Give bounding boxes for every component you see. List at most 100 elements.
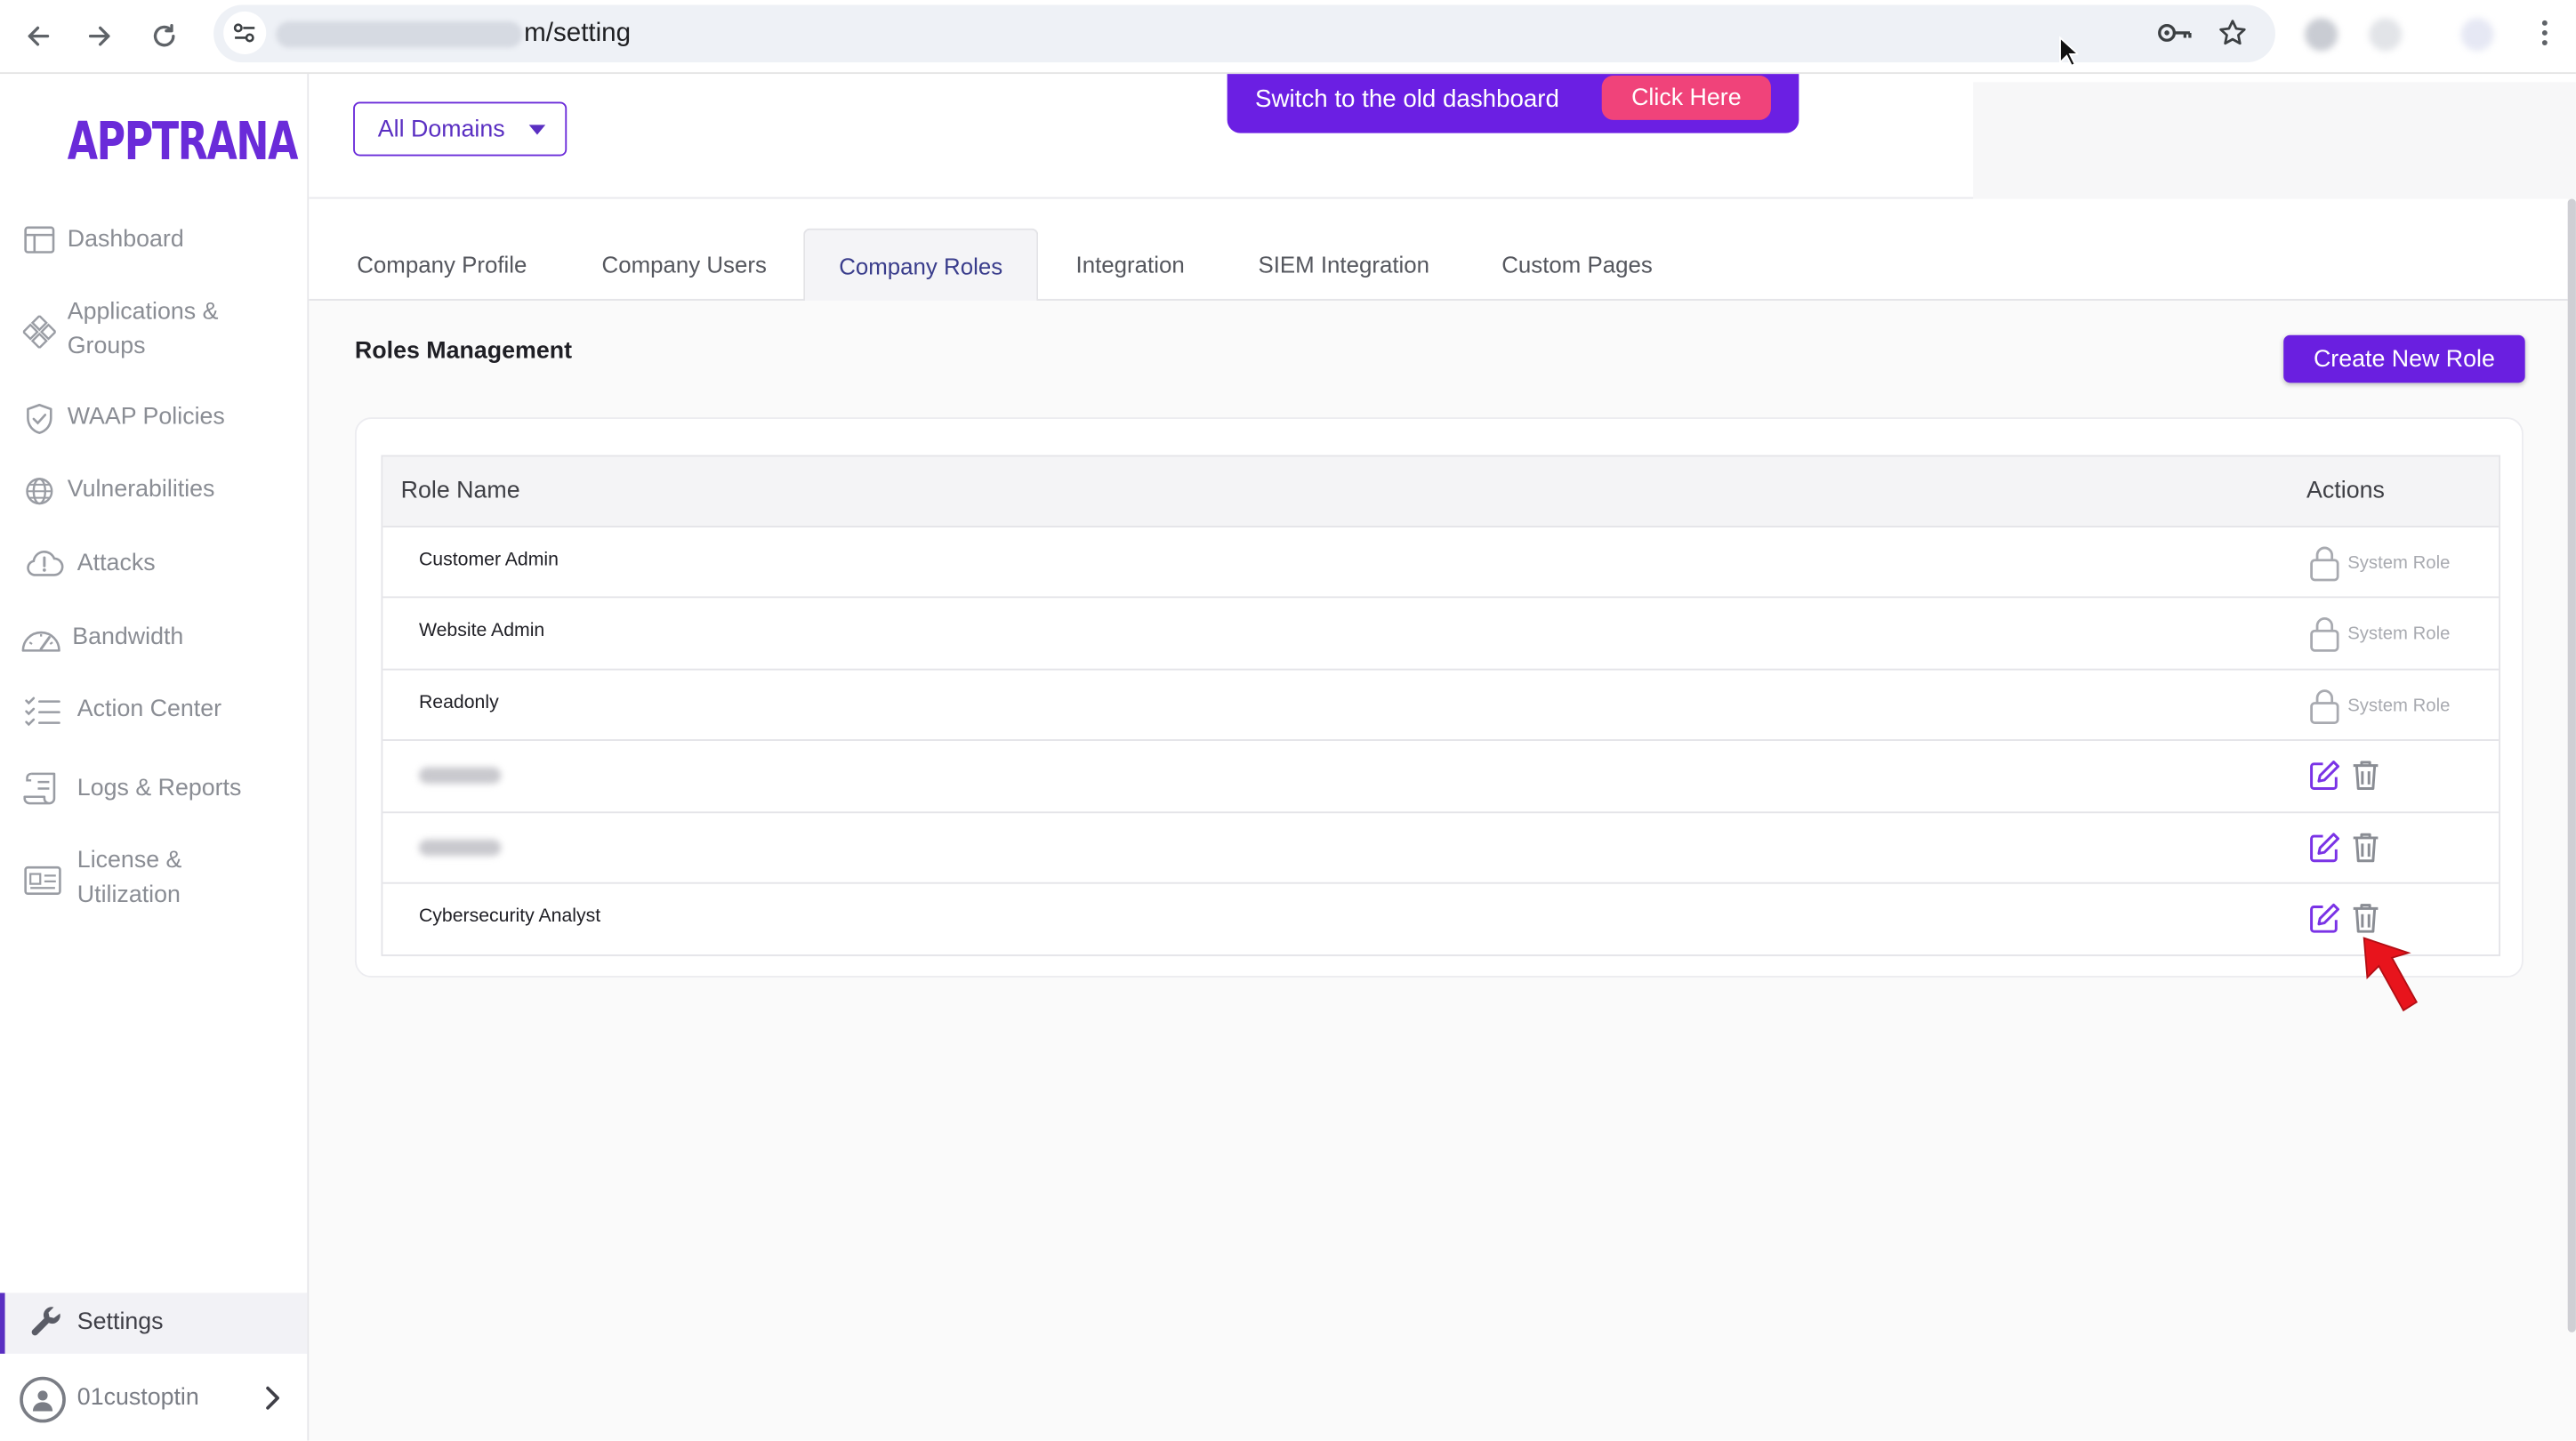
caret-down-icon (528, 125, 546, 135)
site-settings-icon[interactable] (223, 11, 267, 54)
row-actions (2308, 902, 2380, 935)
table-row (382, 812, 2500, 884)
sidebar-item-bandwidth[interactable]: Bandwidth (0, 617, 307, 660)
table-row: Website Admin System Role (382, 599, 2500, 671)
settings-tabs: Company Profile Company Users Company Ro… (309, 198, 2568, 301)
sidebar-item-label: Dashboard (67, 226, 184, 254)
lock-icon (2310, 617, 2339, 653)
system-role-label: System Role (2347, 696, 2451, 716)
sidebar-item-label: Bandwidth (72, 624, 184, 651)
avatar-icon (20, 1376, 66, 1423)
sidebar-item-waap-policies[interactable]: WAAP Policies (0, 398, 307, 440)
table-header: Role Name Actions (382, 456, 2500, 527)
role-name-redacted (418, 767, 502, 785)
sidebar-item-attacks[interactable]: Attacks (0, 543, 307, 586)
page-title: Roles Management (354, 338, 573, 366)
sidebar-item-dashboard[interactable]: Dashboard (0, 220, 307, 262)
browser-toolbar: m/setting (0, 0, 2576, 75)
back-icon[interactable] (16, 15, 59, 58)
sidebar-item-applications-groups[interactable]: Applications & Groups (0, 294, 307, 370)
sidebar-item-action-center[interactable]: Action Center (0, 690, 307, 733)
roles-table: Role Name Actions Customer Admin System … (381, 455, 2500, 957)
gauge-icon (20, 621, 62, 657)
domain-select[interactable]: All Domains (353, 101, 568, 157)
create-new-role-button[interactable]: Create New Role (2283, 334, 2525, 383)
id-card-icon (21, 863, 64, 899)
tab-company-profile[interactable]: Company Profile (335, 229, 549, 301)
bookmark-star-icon[interactable] (2218, 18, 2247, 55)
column-actions: Actions (2306, 478, 2385, 504)
tab-company-users[interactable]: Company Users (580, 229, 789, 301)
scrollbar[interactable] (2567, 198, 2576, 1332)
apptrana-logo[interactable]: APPTRANA (68, 110, 299, 173)
layout-icon (21, 221, 58, 258)
url-text: m/setting (524, 20, 632, 48)
edit-icon[interactable] (2308, 831, 2341, 864)
extension-icon[interactable] (2369, 18, 2403, 52)
sidebar-item-label: Applications & Groups (68, 295, 219, 365)
tab-custom-pages[interactable]: Custom Pages (1480, 229, 1674, 301)
role-name: Website Admin (418, 621, 545, 642)
shield-check-icon (21, 401, 58, 438)
sidebar-item-label-line2: Groups (67, 333, 146, 360)
banner-text: Switch to the old dashboard (1255, 85, 1559, 114)
sidebar-item-label: Settings (76, 1308, 164, 1336)
scroll-icon (21, 770, 64, 807)
reload-icon[interactable] (143, 15, 186, 58)
system-role-badge: System Role (2308, 688, 2450, 724)
edit-icon[interactable] (2308, 902, 2341, 935)
forward-icon[interactable] (79, 15, 122, 58)
sidebar-item-logs-reports[interactable]: Logs & Reports (0, 769, 307, 811)
extension-icon[interactable] (2305, 18, 2339, 52)
delete-icon[interactable] (2351, 760, 2380, 793)
sidebar-item-label: Action Center (76, 696, 222, 723)
tab-siem-integration[interactable]: SIEM Integration (1239, 229, 1449, 301)
browser-menu-icon[interactable] (2532, 16, 2558, 49)
sidebar-item-vulnerabilities[interactable]: Vulnerabilities (0, 470, 307, 512)
mouse-pointer-icon (2058, 36, 2081, 68)
sidebar-item-label-line2: Utilization (76, 882, 181, 909)
app-root: m/setting APPTRANA Dashboard Application… (0, 0, 2576, 1441)
table-row: Customer Admin System Role (382, 527, 2500, 599)
tab-integration[interactable]: Integration (1050, 229, 1211, 301)
roles-card: Role Name Actions Customer Admin System … (354, 417, 2524, 978)
domain-select-value: All Domains (377, 116, 505, 142)
sidebar-item-label: WAAP Policies (67, 404, 225, 431)
bug-globe-icon (21, 473, 58, 510)
url-redacted (276, 21, 523, 48)
delete-icon[interactable] (2351, 831, 2380, 864)
cloud-alert-icon (23, 545, 66, 582)
table-row: Readonly System Role (382, 670, 2500, 742)
password-key-icon[interactable] (2157, 21, 2194, 52)
top-bar: All Domains Switch to the old dashboard … (309, 74, 2576, 199)
role-name: Customer Admin (418, 550, 559, 570)
annotation-arrow-icon (2363, 937, 2419, 1012)
sidebar-item-settings[interactable]: Settings (0, 1292, 308, 1354)
role-name: Cybersecurity Analyst (418, 906, 601, 927)
row-actions (2308, 831, 2380, 864)
click-here-button[interactable]: Click Here (1601, 75, 1771, 120)
column-role-name: Role Name (400, 478, 520, 504)
system-role-label: System Role (2347, 553, 2451, 574)
sidebar-item-label-line1: Applications & (67, 299, 219, 326)
lock-icon (2310, 688, 2339, 724)
system-role-badge: System Role (2308, 616, 2450, 653)
user-menu[interactable]: 01custoptin (0, 1368, 307, 1434)
sidebar-item-label: Logs & Reports (76, 775, 242, 802)
edit-icon[interactable] (2308, 760, 2341, 793)
row-actions (2308, 760, 2380, 793)
lock-icon (2310, 546, 2339, 582)
table-row: Cybersecurity Analyst (382, 884, 2499, 955)
address-bar[interactable]: m/setting (213, 4, 2275, 63)
chevron-right-icon[interactable] (263, 1385, 283, 1420)
role-name-redacted (418, 838, 502, 856)
sidebar-item-license-utilization[interactable]: License & Utilization (0, 842, 307, 918)
profile-icon[interactable] (2460, 18, 2494, 52)
table-row (382, 741, 2500, 813)
delete-icon[interactable] (2351, 902, 2380, 935)
sidebar-item-label: License & Utilization (77, 844, 182, 914)
sidebar-item-label-line1: License & (76, 848, 182, 874)
old-dashboard-banner: Switch to the old dashboard Click Here (1227, 74, 1799, 133)
wrench-icon (28, 1304, 64, 1340)
tab-company-roles[interactable]: Company Roles (803, 228, 1039, 301)
